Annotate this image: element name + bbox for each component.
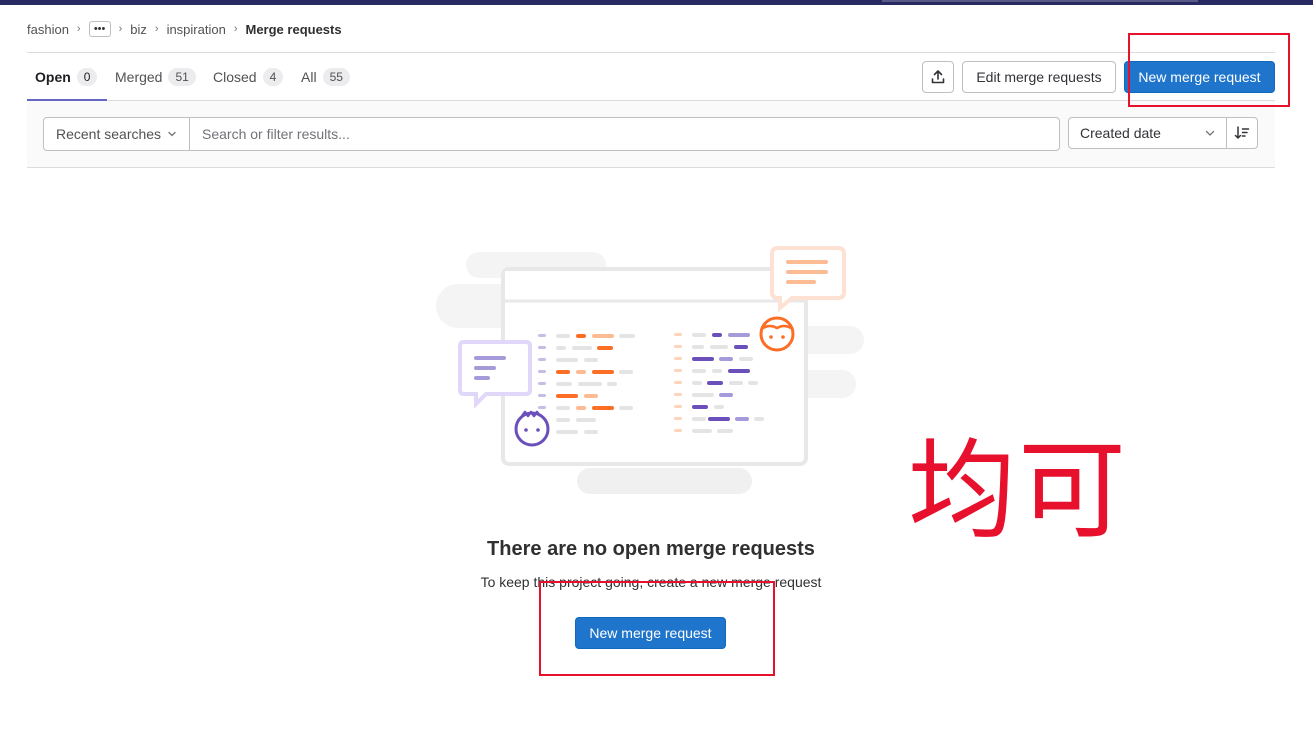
export-button[interactable] [922,61,954,93]
tab-count-badge: 4 [262,68,284,86]
tab-label: All [301,69,317,85]
breadcrumb-fashion[interactable]: fashion [27,22,69,37]
empty-state-illustration [436,246,864,494]
top-navbar [0,0,1313,5]
speech-bubble-left [458,340,532,409]
breadcrumb: fashion › ••• › biz › inspiration › Merg… [27,20,342,38]
annotation-highlight-top [1128,33,1290,107]
avatar-purple [514,410,550,447]
sort-dropdown[interactable]: Created date [1068,117,1227,149]
tab-label: Merged [115,69,163,85]
tab-open[interactable]: Open 0 [35,53,98,101]
chevron-right-icon: › [76,23,81,35]
breadcrumb-current: Merge requests [245,21,342,37]
edit-merge-requests-button[interactable]: Edit merge requests [962,61,1116,93]
tab-label: Open [35,69,71,85]
breadcrumb-inspiration[interactable]: inspiration [167,22,226,37]
tab-count-badge: 55 [322,68,350,86]
chevron-right-icon: › [233,23,238,35]
chevron-right-icon: › [154,23,159,35]
recent-searches-dropdown[interactable]: Recent searches [43,117,190,151]
tab-label: Closed [213,69,257,85]
sort-label: Created date [1080,125,1161,141]
breadcrumb-biz[interactable]: biz [130,22,147,37]
chevron-down-icon [168,131,176,137]
tab-count-badge: 0 [76,68,98,86]
recent-searches-label: Recent searches [56,126,162,142]
tab-merged[interactable]: Merged 51 [115,53,196,101]
tab-closed[interactable]: Closed 4 [213,53,284,101]
upload-icon [931,70,945,84]
tab-count-badge: 51 [168,68,196,86]
tab-all[interactable]: All 55 [301,53,350,101]
annotation-label: 均可 [908,429,1129,554]
chevron-right-icon: › [118,23,123,35]
merge-request-tabs: Open 0 Merged 51 Closed 4 All 55 Edit me… [27,52,1275,101]
annotation-highlight-bottom [539,581,775,676]
chevron-down-icon [1205,130,1215,136]
sort-lowest-icon [1234,126,1250,139]
speech-bubble-right [770,246,846,313]
sort-direction-button[interactable] [1226,117,1258,149]
avatar-orange [759,316,795,352]
search-input[interactable] [189,117,1060,151]
breadcrumb-ellipsis-button[interactable]: ••• [88,21,111,37]
top-search-bar[interactable] [882,0,1198,2]
filter-bar: Recent searches Created date [27,101,1275,168]
